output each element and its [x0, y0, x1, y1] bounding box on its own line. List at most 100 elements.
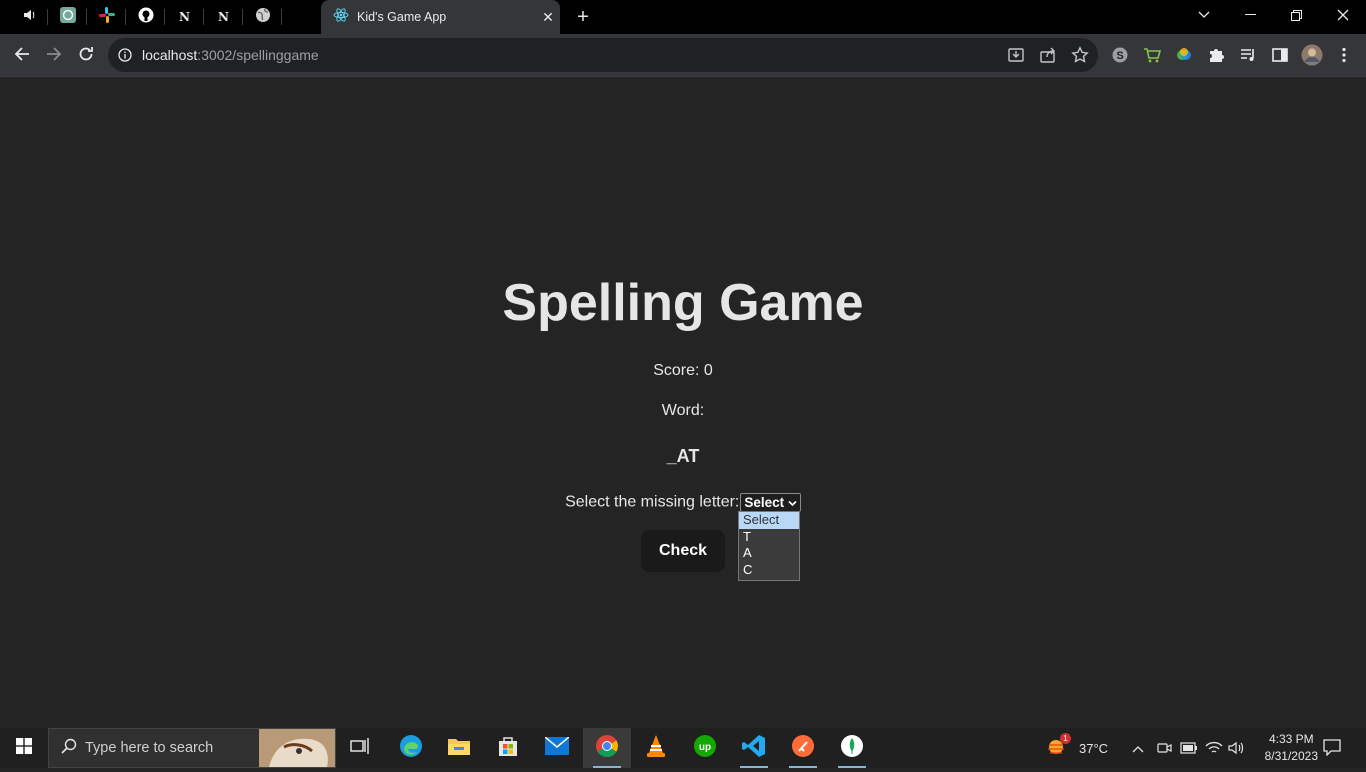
- reload-button[interactable]: [72, 40, 100, 68]
- install-app-icon[interactable]: [1007, 46, 1025, 64]
- pinned-tab-audio[interactable]: [9, 0, 48, 34]
- share-icon[interactable]: [1039, 46, 1057, 64]
- search-highlight-image: [259, 729, 335, 767]
- tab-search-chevron-icon[interactable]: [1181, 0, 1227, 30]
- meet-now-icon[interactable]: [1157, 728, 1173, 768]
- back-button[interactable]: [8, 40, 36, 68]
- slack-icon: [98, 6, 115, 28]
- notification-icon: [1322, 738, 1342, 759]
- pinned-tab-github[interactable]: [126, 0, 165, 34]
- windows-logo-icon: [16, 737, 32, 759]
- word-display: _AT: [666, 446, 700, 466]
- clock-time: 4:33 PM: [1268, 732, 1314, 746]
- github-icon: [138, 7, 154, 28]
- wifi-icon[interactable]: [1205, 728, 1223, 768]
- system-clock[interactable]: 4:33 PM 8/31/2023: [1265, 731, 1318, 765]
- globe-icon: [255, 7, 271, 28]
- vscode-icon: [742, 734, 766, 763]
- taskbar-store[interactable]: [484, 728, 532, 768]
- color-extension-icon[interactable]: [1175, 46, 1193, 64]
- taskbar-mongodb[interactable]: [828, 728, 876, 768]
- taskbar-file-explorer[interactable]: [435, 728, 483, 768]
- taskbar-chrome[interactable]: [583, 728, 631, 768]
- close-tab-icon[interactable]: ✕: [536, 9, 560, 26]
- vlc-icon: [645, 734, 667, 763]
- select-label: Select the missing letter:: [565, 493, 740, 511]
- shopping-cart-extension-icon[interactable]: [1143, 46, 1161, 64]
- weather-temp: 37°C: [1079, 740, 1109, 756]
- mail-icon: [544, 735, 570, 760]
- chrome-menu-icon[interactable]: [1335, 46, 1353, 64]
- taskbar: Type here to search up 1 37°C 4:33 PM 8/…: [0, 728, 1366, 768]
- weather-sun-icon: 1: [1046, 732, 1071, 760]
- url-host: localhost: [142, 47, 198, 63]
- pinned-tab-notion-2[interactable]: N: [204, 0, 243, 34]
- speaker-icon: [22, 8, 36, 27]
- edge-icon: [399, 734, 423, 763]
- folder-icon: [447, 736, 471, 761]
- letter-select[interactable]: Select: [740, 493, 801, 512]
- taskbar-vscode[interactable]: [730, 728, 778, 768]
- letter-select-dropdown: Select T A C: [738, 511, 800, 581]
- restore-button[interactable]: [1273, 0, 1319, 30]
- pinned-tab-globe[interactable]: [243, 0, 282, 34]
- taskbar-mail[interactable]: [533, 728, 581, 768]
- option-select[interactable]: Select: [739, 512, 799, 529]
- new-tab-button[interactable]: +: [570, 4, 596, 30]
- skype-extension-icon[interactable]: S: [1111, 46, 1129, 64]
- word-label: Word:: [661, 402, 705, 419]
- option-c[interactable]: C: [739, 562, 799, 579]
- game-title: Spelling Game: [502, 274, 864, 332]
- check-button[interactable]: Check: [641, 530, 725, 572]
- close-window-button[interactable]: [1320, 0, 1366, 30]
- notifications-button[interactable]: [1322, 728, 1342, 768]
- svg-text:S: S: [1116, 50, 1123, 62]
- profile-avatar[interactable]: [1300, 44, 1324, 66]
- store-icon: [497, 735, 519, 762]
- task-view-icon: [350, 737, 370, 760]
- extensions-puzzle-icon[interactable]: [1207, 46, 1225, 64]
- tab-title: Kid's Game App: [357, 10, 447, 24]
- taskbar-search-box[interactable]: Type here to search: [48, 728, 336, 768]
- start-button[interactable]: [0, 728, 48, 768]
- pinned-tab-slack[interactable]: [87, 0, 126, 34]
- svg-text:up: up: [699, 742, 711, 753]
- pinned-tab-notion-1[interactable]: N: [165, 0, 204, 34]
- weather-badge: 1: [1060, 732, 1071, 744]
- chrome-icon: [595, 734, 619, 763]
- option-a[interactable]: A: [739, 545, 799, 562]
- clock-date: 8/31/2023: [1264, 749, 1318, 763]
- weather-widget[interactable]: 1 37°C: [1046, 728, 1108, 768]
- side-panel-icon[interactable]: [1271, 46, 1289, 64]
- chevron-up-icon: [1132, 741, 1144, 756]
- postman-icon: [791, 734, 815, 763]
- media-control-icon[interactable]: [1239, 46, 1257, 64]
- select-row: Select the missing letter: Select: [0, 493, 1366, 512]
- taskbar-upwork[interactable]: up: [681, 728, 729, 768]
- active-tab[interactable]: Kid's Game App ✕: [321, 0, 560, 34]
- chatgpt-icon: [59, 6, 76, 28]
- battery-icon[interactable]: [1180, 728, 1198, 768]
- mongodb-icon: [840, 734, 864, 763]
- notion-icon: N: [179, 10, 190, 24]
- taskbar-postman[interactable]: [779, 728, 827, 768]
- forward-button[interactable]: [40, 40, 68, 68]
- option-t[interactable]: T: [739, 529, 799, 546]
- address-bar[interactable]: localhost:3002/spellinggame: [108, 38, 1098, 72]
- site-info-icon[interactable]: [108, 48, 142, 62]
- upwork-icon: up: [693, 734, 717, 763]
- show-hidden-icons[interactable]: [1132, 728, 1144, 768]
- taskbar-vlc[interactable]: [632, 728, 680, 768]
- page-content: Spelling Game Score: 0 Word: _AT Select …: [0, 76, 1366, 728]
- task-view-button[interactable]: [336, 728, 384, 768]
- bookmark-star-icon[interactable]: [1071, 46, 1089, 64]
- minimize-button[interactable]: [1227, 0, 1273, 30]
- volume-icon[interactable]: [1228, 728, 1244, 768]
- url-path: :3002/spellinggame: [197, 47, 319, 63]
- search-icon: [61, 738, 77, 759]
- letter-select-value: Select: [744, 495, 785, 510]
- pinned-tab-chatgpt[interactable]: [48, 0, 87, 34]
- taskbar-edge[interactable]: [387, 728, 435, 768]
- tab-strip: N N Kid's Game App ✕ +: [0, 0, 1366, 34]
- score-text: Score: 0: [653, 362, 713, 379]
